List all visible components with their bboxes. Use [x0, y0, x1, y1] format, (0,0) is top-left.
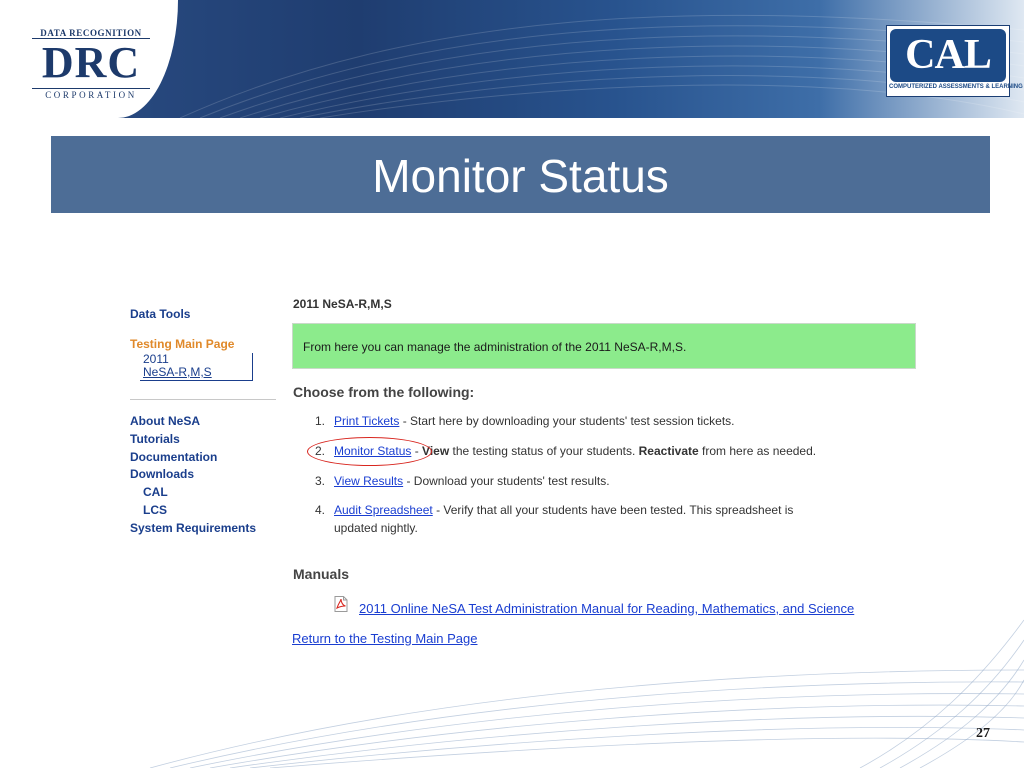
sidebar-item-downloads[interactable]: Downloads	[130, 467, 194, 481]
cal-logo-letters: CAL	[905, 32, 992, 78]
info-banner-text: From here you can manage the administrat…	[303, 340, 687, 354]
view-results-link[interactable]: View Results	[334, 474, 403, 488]
print-tickets-link[interactable]: Print Tickets	[334, 414, 399, 428]
sidebar-item-system-requirements[interactable]: System Requirements	[130, 521, 256, 535]
drc-logo-main-text: DRC	[41, 38, 141, 87]
step-description: - Start here by downloading your student…	[399, 414, 735, 428]
page-heading: 2011 NeSA-R,M,S	[293, 297, 392, 311]
step-number: 3.	[315, 474, 326, 488]
step-description: the testing status of your students.	[449, 444, 639, 458]
header-band: DATA RECOGNITION DRC CORPORATION CAL COM…	[0, 0, 1024, 118]
step-description: - Download your students' test results.	[403, 474, 610, 488]
slide-page-number: 27	[976, 726, 990, 741]
sidebar-item-about-nesa[interactable]: About NeSA	[130, 414, 200, 428]
sidebar-item-testing-main-page[interactable]: Testing Main Page	[130, 337, 234, 351]
step-number: 4.	[315, 503, 326, 517]
info-banner: From here you can manage the administrat…	[292, 323, 916, 369]
sidebar-divider	[130, 399, 276, 400]
sidebar-current-line2: NeSA-R,M,S	[143, 365, 212, 379]
step-description: from here as needed.	[698, 444, 817, 458]
decorative-wave-lines	[149, 619, 1024, 768]
sidebar-item-tutorials[interactable]: Tutorials	[130, 432, 180, 446]
drc-logo-bottom-text: CORPORATION	[45, 90, 137, 100]
cal-logo-badge: CAL	[890, 29, 1006, 82]
cal-logo: CAL COMPUTERIZED ASSESSMENTS & LEARNING	[886, 25, 1023, 97]
sidebar-current-item[interactable]: 2011 NeSA-R,M,S	[140, 353, 253, 381]
slide-title: Monitor Status	[372, 150, 669, 202]
drc-logo: DATA RECOGNITION DRC CORPORATION	[30, 28, 152, 106]
sidebar-item-lcs[interactable]: LCS	[143, 503, 167, 517]
step-item: 1. Print Tickets - Start here by download…	[315, 414, 735, 428]
step-item: 4. Audit Spreadsheet - Verify that all yo…	[315, 503, 793, 517]
drc-logo-panel: DATA RECOGNITION DRC CORPORATION	[0, 0, 178, 118]
cal-logo-caption: COMPUTERIZED ASSESSMENTS & LEARNING	[889, 84, 1023, 90]
slide-title-banner: Monitor Status	[51, 136, 990, 213]
sidebar-item-cal[interactable]: CAL	[143, 485, 168, 499]
step-description: - Verify that all your students have bee…	[432, 503, 794, 517]
drc-logo-top-text: DATA RECOGNITION	[40, 28, 142, 38]
step-number: 1.	[315, 414, 326, 428]
choose-heading: Choose from the following:	[293, 384, 475, 400]
step-item: 3. View Results - Download your students'…	[315, 474, 610, 488]
step-description-continued: updated nightly.	[334, 521, 418, 535]
sidebar-item-data-tools[interactable]: Data Tools	[130, 307, 190, 321]
sidebar-item-documentation[interactable]: Documentation	[130, 450, 217, 464]
step-bold-reactivate: Reactivate	[638, 444, 699, 458]
highlight-oval	[307, 437, 432, 466]
drc-logo-rule	[32, 88, 150, 89]
audit-spreadsheet-link[interactable]: Audit Spreadsheet	[334, 503, 433, 517]
